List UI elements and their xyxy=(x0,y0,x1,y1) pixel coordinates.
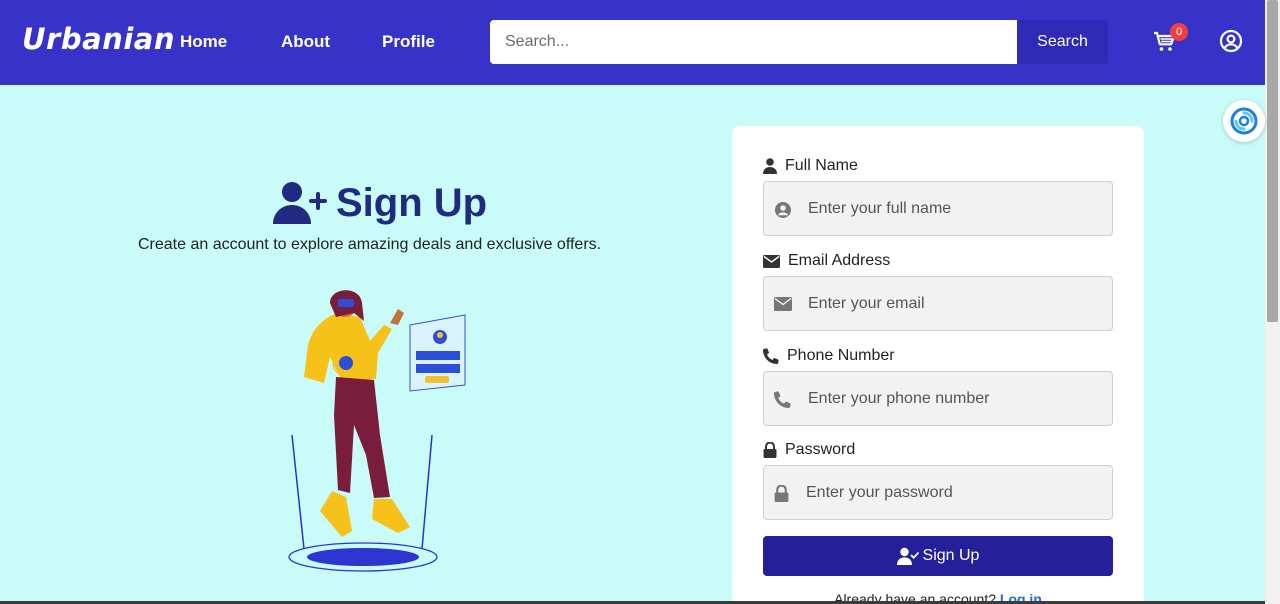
user-icon xyxy=(763,158,777,174)
full-name-label: Full Name xyxy=(763,157,858,175)
phone-label-text: Phone Number xyxy=(787,347,895,364)
brand-logo[interactable]: Urbanian xyxy=(22,22,175,56)
envelope-icon xyxy=(763,254,780,268)
user-plus-icon xyxy=(272,181,328,225)
signup-submit-label: Sign Up xyxy=(922,547,980,564)
signup-heading: Sign Up xyxy=(272,178,487,228)
password-field[interactable] xyxy=(763,465,1113,520)
full-name-input[interactable] xyxy=(808,182,1103,235)
search-button[interactable]: Search xyxy=(1017,20,1108,64)
scrollbar-thumb[interactable] xyxy=(1267,0,1278,322)
email-label: Email Address xyxy=(763,252,890,270)
user-circle-field-icon xyxy=(775,202,791,218)
user-check-icon xyxy=(896,547,919,565)
assistant-widget-button[interactable] xyxy=(1223,100,1265,142)
lock-field-icon xyxy=(774,485,789,502)
search-input[interactable] xyxy=(490,20,1018,64)
email-label-text: Email Address xyxy=(788,252,891,269)
phone-input[interactable] xyxy=(808,372,1103,425)
password-label-text: Password xyxy=(785,441,856,458)
cart-count-badge: 0 xyxy=(1170,23,1188,41)
full-name-label-text: Full Name xyxy=(785,157,858,174)
phone-icon xyxy=(763,348,779,364)
signup-submit-button[interactable]: Sign Up xyxy=(763,536,1113,576)
page-subtitle: Create an account to explore amazing dea… xyxy=(138,236,602,253)
envelope-field-icon xyxy=(774,297,792,311)
phone-field[interactable] xyxy=(763,371,1113,426)
user-circle-icon[interactable] xyxy=(1219,29,1243,53)
phone-label: Phone Number xyxy=(763,347,895,365)
full-name-field[interactable] xyxy=(763,181,1113,236)
email-field[interactable] xyxy=(763,276,1113,331)
email-input[interactable] xyxy=(808,277,1103,330)
page-title: Sign Up xyxy=(336,180,488,225)
lock-icon xyxy=(763,442,777,458)
password-label: Password xyxy=(763,441,855,459)
phone-field-icon xyxy=(774,391,791,408)
signup-illustration xyxy=(280,285,470,575)
password-input[interactable] xyxy=(806,466,1101,519)
nav-profile-link[interactable]: Profile xyxy=(382,32,435,52)
nav-home-link[interactable]: Home xyxy=(180,32,227,52)
nav-about-link[interactable]: About xyxy=(281,32,330,52)
